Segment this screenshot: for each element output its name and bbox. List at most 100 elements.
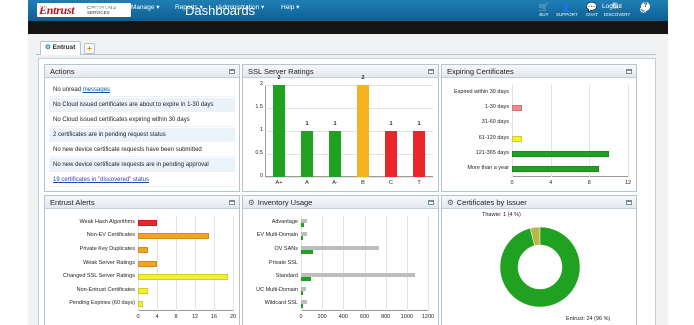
y-category-label: 31-60 days <box>481 119 509 126</box>
actions-header: Actions <box>45 65 239 78</box>
gridline <box>301 216 302 311</box>
x-tick-label: T <box>417 180 421 186</box>
x-tick-label: 1200 <box>421 314 435 320</box>
gridline <box>512 85 513 177</box>
x-tick-label: 12 <box>624 180 632 186</box>
maximize-icon[interactable] <box>428 69 434 74</box>
gridline <box>343 216 345 311</box>
bar <box>138 260 157 267</box>
action-row: No Cloud issued certificates expiring wi… <box>49 113 235 127</box>
menu-dashboards[interactable]: Dashboards <box>38 3 73 10</box>
tab-entrust[interactable]: ⚙ Entrust <box>40 41 81 55</box>
help-icon[interactable]: ? <box>641 2 650 11</box>
tab-label: Entrust <box>52 44 76 51</box>
data-label: 2 <box>277 75 281 81</box>
bar <box>512 105 522 111</box>
maximize-icon[interactable] <box>229 200 235 205</box>
issuer-donut-chart <box>499 226 581 308</box>
action-text: No unread <box>53 87 83 93</box>
y-category-label: Private Key Duplicates <box>79 245 135 252</box>
bar <box>413 131 425 177</box>
x-tick-label: B <box>361 180 365 186</box>
x-tick-label: A <box>305 180 309 186</box>
add-tab-button[interactable]: + <box>84 43 95 54</box>
y-category-label: Weak Hash Algorithms <box>79 218 135 225</box>
x-tick-label: 4 <box>549 180 553 186</box>
menu-help[interactable]: Help ▾ <box>281 3 299 11</box>
maximize-icon[interactable] <box>428 200 434 205</box>
cart-button[interactable]: 🛒 BUY <box>534 2 554 17</box>
gridline <box>265 85 433 86</box>
bar <box>329 131 341 177</box>
tab-bar <box>36 40 656 55</box>
x-tick-label: 4 <box>155 314 159 320</box>
bar <box>301 273 416 278</box>
gridline <box>265 131 433 132</box>
maximize-icon[interactable] <box>626 200 632 205</box>
menu-create[interactable]: Create ▾ <box>90 3 115 11</box>
data-label: 1 <box>389 121 393 127</box>
y-category-label: 121-365 days <box>475 150 509 156</box>
maximize-icon[interactable] <box>626 69 632 74</box>
bar <box>301 236 304 241</box>
bar <box>138 233 210 240</box>
messages-link[interactable]: messages <box>83 87 110 93</box>
panel-gear-icon[interactable]: ⚙ <box>248 198 255 207</box>
tab-gear-icon: ⚙ <box>45 44 51 51</box>
header-icon-label: DISCOVERY <box>604 12 631 17</box>
gridline <box>550 85 552 177</box>
plot-area <box>512 85 628 177</box>
bar <box>138 219 157 226</box>
panel-gear-icon[interactable]: ⚙ <box>447 198 454 207</box>
y-category-label: 1-30 days <box>484 104 509 110</box>
y-category-label: Wildcard SSL <box>264 300 298 307</box>
support-button[interactable]: 👤 SUPPORT <box>556 2 578 17</box>
y-category-label: Expired within 30 days <box>453 88 509 95</box>
expiring-title: Expiring Certificates <box>447 67 514 76</box>
y-tick-label: 0 <box>259 173 263 179</box>
y-category-label: Non-Entrust Certificates <box>76 286 135 293</box>
expiring-panel: Expiring Certificates 0 4 8 12 Expired withi… <box>441 64 637 192</box>
header-icon-label: CHAT <box>586 12 598 17</box>
issuer-title: Certificates by Issuer <box>456 198 527 207</box>
bar <box>301 304 304 309</box>
x-tick-label: 0 <box>299 314 303 320</box>
y-category-label: Pending Expiries (60 days) <box>69 300 135 307</box>
y-tick-label: 1 <box>259 127 263 133</box>
y-category-label: Private SSL <box>268 259 298 266</box>
menu-administration[interactable]: Administration ▾ <box>218 3 264 11</box>
cart-icon: 🛒 <box>538 2 550 12</box>
header-icon-label: SUPPORT <box>556 12 578 17</box>
y-category-label: OV SANs <box>274 245 298 252</box>
bar <box>301 290 304 295</box>
menu-manage[interactable]: Manage ▾ <box>131 3 160 11</box>
logout-link[interactable]: Logout <box>602 3 622 10</box>
bar <box>301 131 313 177</box>
action-row: No new device certificate requests are i… <box>49 158 235 172</box>
actions-title: Actions <box>50 67 75 76</box>
support-icon: 👤 <box>560 2 572 12</box>
bar <box>138 287 148 294</box>
bar <box>138 274 229 281</box>
y-tick-label: 2 <box>259 81 263 87</box>
expiring-header: Expiring Certificates <box>442 65 636 78</box>
x-tick-label: 200 <box>317 314 327 320</box>
action-row: No Cloud issued certificates are about t… <box>49 98 235 112</box>
x-tick-label: 0 <box>136 314 140 320</box>
gridline <box>176 216 177 311</box>
discovered-link[interactable]: 19 certificates in "discovered" status <box>53 177 149 183</box>
pie-slice-entrust <box>499 226 581 308</box>
ssl-ratings-panel: SSL Server Ratings 0 0.5 1 1.5 2 2 A+ 1 A 1 A- 2 B 1 C… <box>242 64 439 192</box>
x-tick-label: 400 <box>338 314 348 320</box>
action-row: No unread messages <box>49 83 235 97</box>
action-row: 2 certificates are in pending request st… <box>49 128 235 142</box>
gridline <box>364 216 366 311</box>
issuer-panel: ⚙ Certificates by Issuer Thawte: 1 (4 %) E… <box>441 195 637 325</box>
chat-button[interactable]: 💬 CHAT <box>582 2 602 17</box>
gridline <box>233 216 234 311</box>
header-icon-label: BUY <box>539 12 549 17</box>
maximize-icon[interactable] <box>229 69 235 74</box>
menu-reports[interactable]: Reports ▾ <box>175 3 203 11</box>
y-category-label: UC Multi-Domain <box>256 286 298 293</box>
action-row: 19 certificates in "discovered" status <box>49 173 235 187</box>
